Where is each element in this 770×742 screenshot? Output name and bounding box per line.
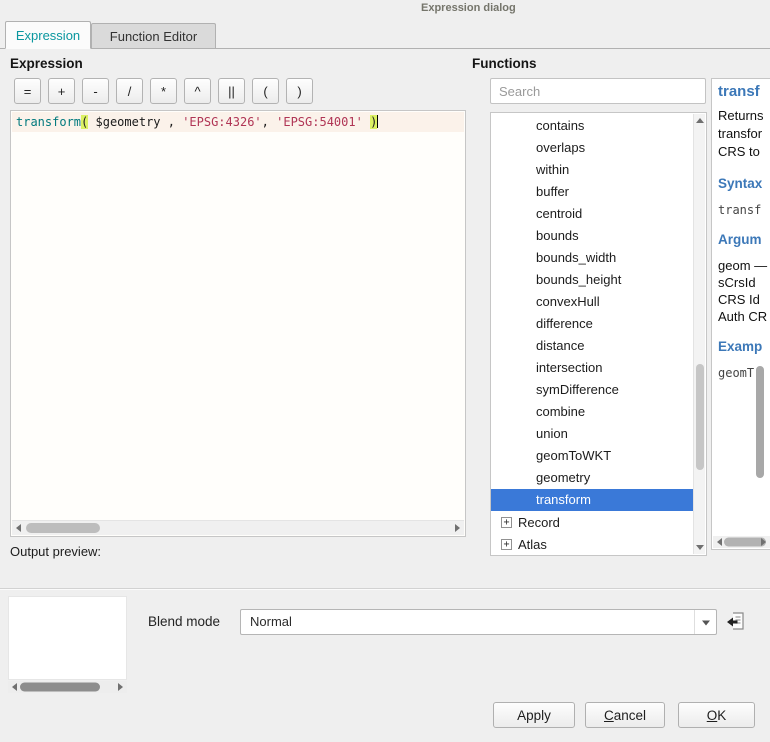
- help-argument-line: Auth CR: [718, 308, 770, 325]
- operator-button-minus[interactable]: -: [82, 78, 109, 104]
- blend-mode-label: Blend mode: [148, 614, 220, 629]
- function-item-symDifference[interactable]: symDifference: [491, 379, 693, 401]
- function-item-buffer[interactable]: buffer: [491, 181, 693, 203]
- apply-button[interactable]: Apply: [493, 702, 575, 728]
- code-token-plain: $geometry ,: [88, 115, 182, 129]
- dialog-button-row: Apply Cancel OK: [0, 702, 770, 728]
- function-item-transform[interactable]: transform: [491, 489, 693, 511]
- output-preview-label: Output preview:: [10, 544, 101, 559]
- function-item-geometry[interactable]: geometry: [491, 467, 693, 489]
- scroll-thumb[interactable]: [26, 523, 100, 533]
- function-item-within[interactable]: within: [491, 159, 693, 181]
- operator-button-multiply[interactable]: *: [150, 78, 177, 104]
- function-help-panel: transf Returns transfor CRS to Syntax tr…: [711, 78, 770, 550]
- function-item-centroid[interactable]: centroid: [491, 203, 693, 225]
- window-title: Expression dialog: [421, 2, 516, 14]
- operator-button-divide[interactable]: /: [116, 78, 143, 104]
- operator-button-plus[interactable]: +: [48, 78, 75, 104]
- search-input[interactable]: [490, 78, 706, 104]
- expand-plus-icon[interactable]: +: [501, 539, 512, 550]
- help-syntax-code: transf: [718, 203, 770, 217]
- function-item-difference[interactable]: difference: [491, 313, 693, 335]
- tab-function-editor[interactable]: Function Editor: [91, 23, 216, 48]
- help-description-line: transfor: [718, 125, 770, 143]
- code-token-function: transform: [16, 115, 81, 129]
- function-item-geomToWKT[interactable]: geomToWKT: [491, 445, 693, 467]
- scroll-left-arrow-icon[interactable]: [717, 538, 722, 546]
- expression-hscrollbar[interactable]: [12, 520, 464, 535]
- code-line: transform( $geometry , 'EPSG:4326', 'EPS…: [12, 112, 464, 132]
- ok-button[interactable]: OK: [678, 702, 755, 728]
- preview-box: [8, 596, 127, 680]
- help-scrollbar-thumb[interactable]: [756, 366, 764, 478]
- expression-editor[interactable]: transform( $geometry , 'EPSG:4326', 'EPS…: [10, 110, 466, 537]
- function-list[interactable]: containsoverlapswithinbuffercentroidboun…: [490, 112, 707, 556]
- scroll-down-arrow-icon[interactable]: [696, 545, 704, 550]
- scroll-thumb[interactable]: [696, 364, 704, 470]
- scroll-left-arrow-icon[interactable]: [12, 683, 17, 691]
- tab-expression[interactable]: Expression: [5, 21, 91, 49]
- help-syntax-heading: Syntax: [718, 176, 770, 191]
- function-item-union[interactable]: union: [491, 423, 693, 445]
- function-list-scrollbar[interactable]: [693, 114, 705, 554]
- scroll-thumb[interactable]: [20, 683, 100, 692]
- help-title: transf: [718, 83, 770, 100]
- help-hscrollbar[interactable]: [713, 536, 770, 548]
- function-item-convexHull[interactable]: convexHull: [491, 291, 693, 313]
- expression-section-label: Expression: [10, 56, 83, 71]
- blend-mode-value: Normal: [250, 610, 292, 634]
- function-item-bounds[interactable]: bounds: [491, 225, 693, 247]
- operator-button-concat[interactable]: ||: [218, 78, 245, 104]
- function-item-intersection[interactable]: intersection: [491, 357, 693, 379]
- functions-section-label: Functions: [472, 56, 537, 71]
- text-caret: [377, 115, 378, 128]
- chevron-down-icon: [694, 610, 716, 634]
- blend-mode-select[interactable]: Normal: [240, 609, 717, 635]
- section-divider: [0, 588, 770, 590]
- function-item-contains[interactable]: contains: [491, 115, 693, 137]
- help-argument-line: geom —: [718, 257, 770, 274]
- code-token-bracket: ): [370, 115, 377, 129]
- function-group-label: Atlas: [518, 537, 547, 552]
- function-item-bounds_width[interactable]: bounds_width: [491, 247, 693, 269]
- code-token-string: 'EPSG:4326': [182, 115, 261, 129]
- data-defined-override-button[interactable]: [723, 610, 748, 634]
- function-item-bounds_height[interactable]: bounds_height: [491, 269, 693, 291]
- scroll-thumb[interactable]: [724, 538, 766, 547]
- help-arguments-heading: Argum: [718, 232, 770, 247]
- code-token-plain: [363, 115, 370, 129]
- expand-plus-icon[interactable]: +: [501, 517, 512, 528]
- help-description-line: Returns: [718, 107, 770, 125]
- function-list-items: containsoverlapswithinbuffercentroidboun…: [491, 115, 693, 555]
- operator-button-row: = +-/ * ^ || (): [14, 78, 313, 104]
- operator-button-close-paren[interactable]: ): [286, 78, 313, 104]
- scroll-right-arrow-icon[interactable]: [761, 538, 766, 546]
- scroll-right-arrow-icon[interactable]: [455, 524, 460, 532]
- function-group-atlas[interactable]: + Atlas: [491, 533, 693, 555]
- help-examples-heading: Examp: [718, 339, 770, 354]
- help-description-line: CRS to: [718, 143, 770, 161]
- function-item-combine[interactable]: combine: [491, 401, 693, 423]
- operator-button-open-paren[interactable]: (: [252, 78, 279, 104]
- cancel-button[interactable]: Cancel: [585, 702, 665, 728]
- operator-button-power[interactable]: ^: [184, 78, 211, 104]
- scroll-up-arrow-icon[interactable]: [696, 118, 704, 123]
- code-token-plain: ,: [262, 115, 276, 129]
- scroll-left-arrow-icon[interactable]: [16, 524, 21, 532]
- expression-dialog: Expression dialog Expression Function Ed…: [0, 0, 770, 742]
- preview-hscrollbar[interactable]: [8, 681, 127, 693]
- function-item-overlaps[interactable]: overlaps: [491, 137, 693, 159]
- code-token-string: 'EPSG:54001': [276, 115, 363, 129]
- operator-button-equals[interactable]: =: [14, 78, 41, 104]
- expression-override-icon: [725, 610, 747, 632]
- function-item-distance[interactable]: distance: [491, 335, 693, 357]
- function-group-record[interactable]: + Record: [491, 511, 693, 533]
- tab-bar: Expression Function Editor: [0, 22, 770, 49]
- function-group-label: Record: [518, 515, 560, 530]
- help-argument-line: sCrsId: [718, 274, 770, 291]
- help-argument-line: CRS Id: [718, 291, 770, 308]
- scroll-right-arrow-icon[interactable]: [118, 683, 123, 691]
